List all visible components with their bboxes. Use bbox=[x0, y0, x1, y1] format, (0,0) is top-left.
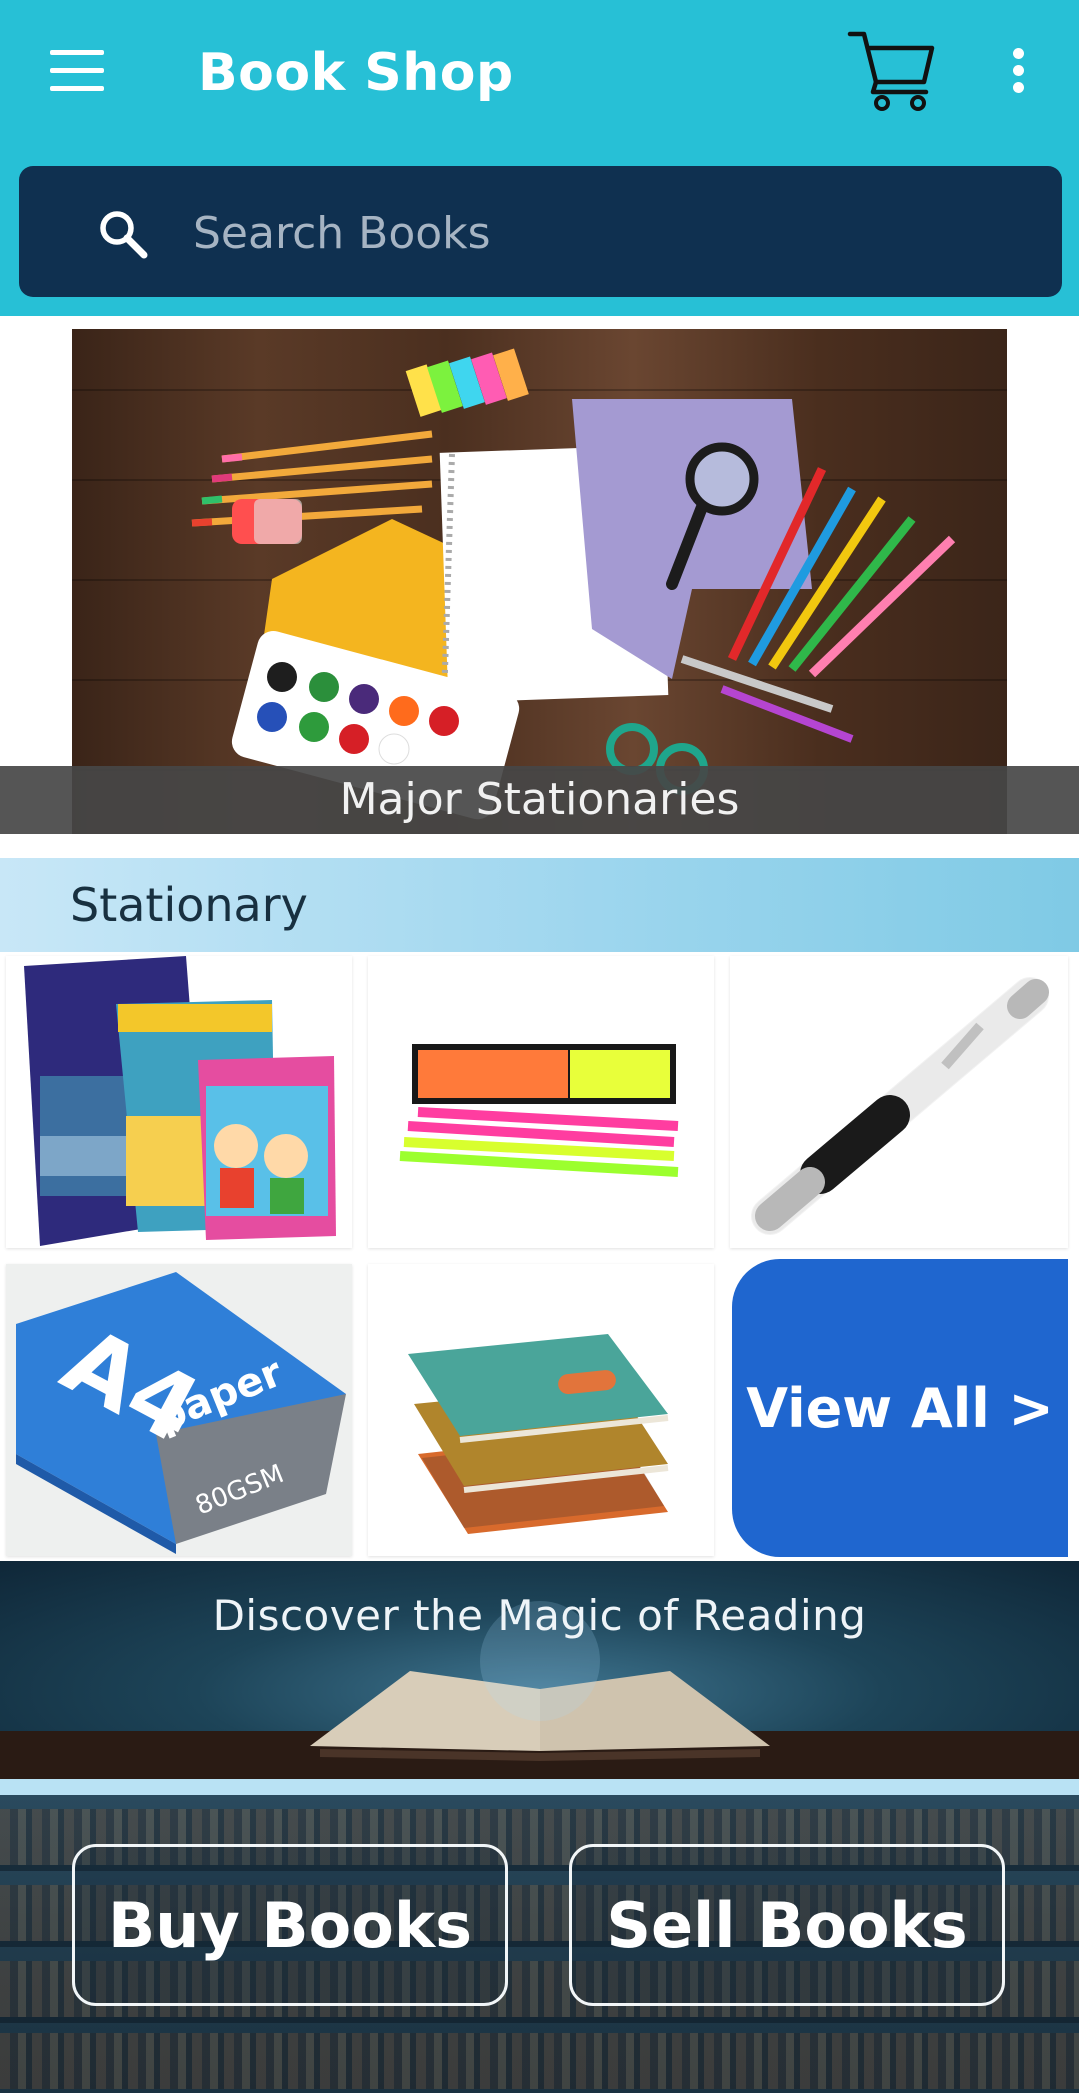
app-title: Book Shop bbox=[198, 43, 514, 103]
product-tile-pencils[interactable] bbox=[368, 956, 714, 1248]
pen-image bbox=[751, 977, 1049, 1235]
view-all-button[interactable]: View All > bbox=[732, 1259, 1068, 1557]
more-vertical-icon[interactable] bbox=[1000, 40, 1036, 100]
product-tile-a4-paper[interactable]: A4 paper 80GSM bbox=[6, 1264, 352, 1556]
diaries-image bbox=[408, 1334, 669, 1534]
section-title: Stationary bbox=[70, 878, 308, 932]
product-tile-diaries[interactable] bbox=[368, 1264, 714, 1556]
buy-books-button[interactable]: Buy Books bbox=[72, 1844, 508, 2006]
notebooks-image bbox=[24, 956, 336, 1246]
discover-banner[interactable]: Discover the Magic of Reading bbox=[0, 1561, 1079, 1779]
discover-text: Discover the Magic of Reading bbox=[212, 1591, 867, 1640]
shopping-cart-icon[interactable] bbox=[846, 26, 938, 112]
section-header-stationary: Stationary bbox=[0, 858, 1079, 952]
search-bar[interactable] bbox=[19, 166, 1062, 297]
pencils-image bbox=[399, 1044, 679, 1177]
hero-caption: Major Stationaries bbox=[339, 774, 740, 825]
hamburger-menu-icon[interactable] bbox=[50, 50, 104, 92]
hero-banner-image[interactable] bbox=[72, 329, 1007, 834]
product-tile-pen[interactable] bbox=[730, 956, 1068, 1248]
a4-paper-image: A4 paper 80GSM bbox=[6, 1264, 352, 1556]
search-input[interactable] bbox=[191, 194, 1015, 272]
stationery-illustration bbox=[191, 348, 956, 820]
app-bar: Book Shop bbox=[0, 0, 1079, 316]
sell-books-button[interactable]: Sell Books bbox=[569, 1844, 1005, 2006]
product-tile-notebooks[interactable] bbox=[6, 956, 352, 1248]
section-divider bbox=[0, 1779, 1079, 1795]
search-icon bbox=[97, 208, 149, 260]
